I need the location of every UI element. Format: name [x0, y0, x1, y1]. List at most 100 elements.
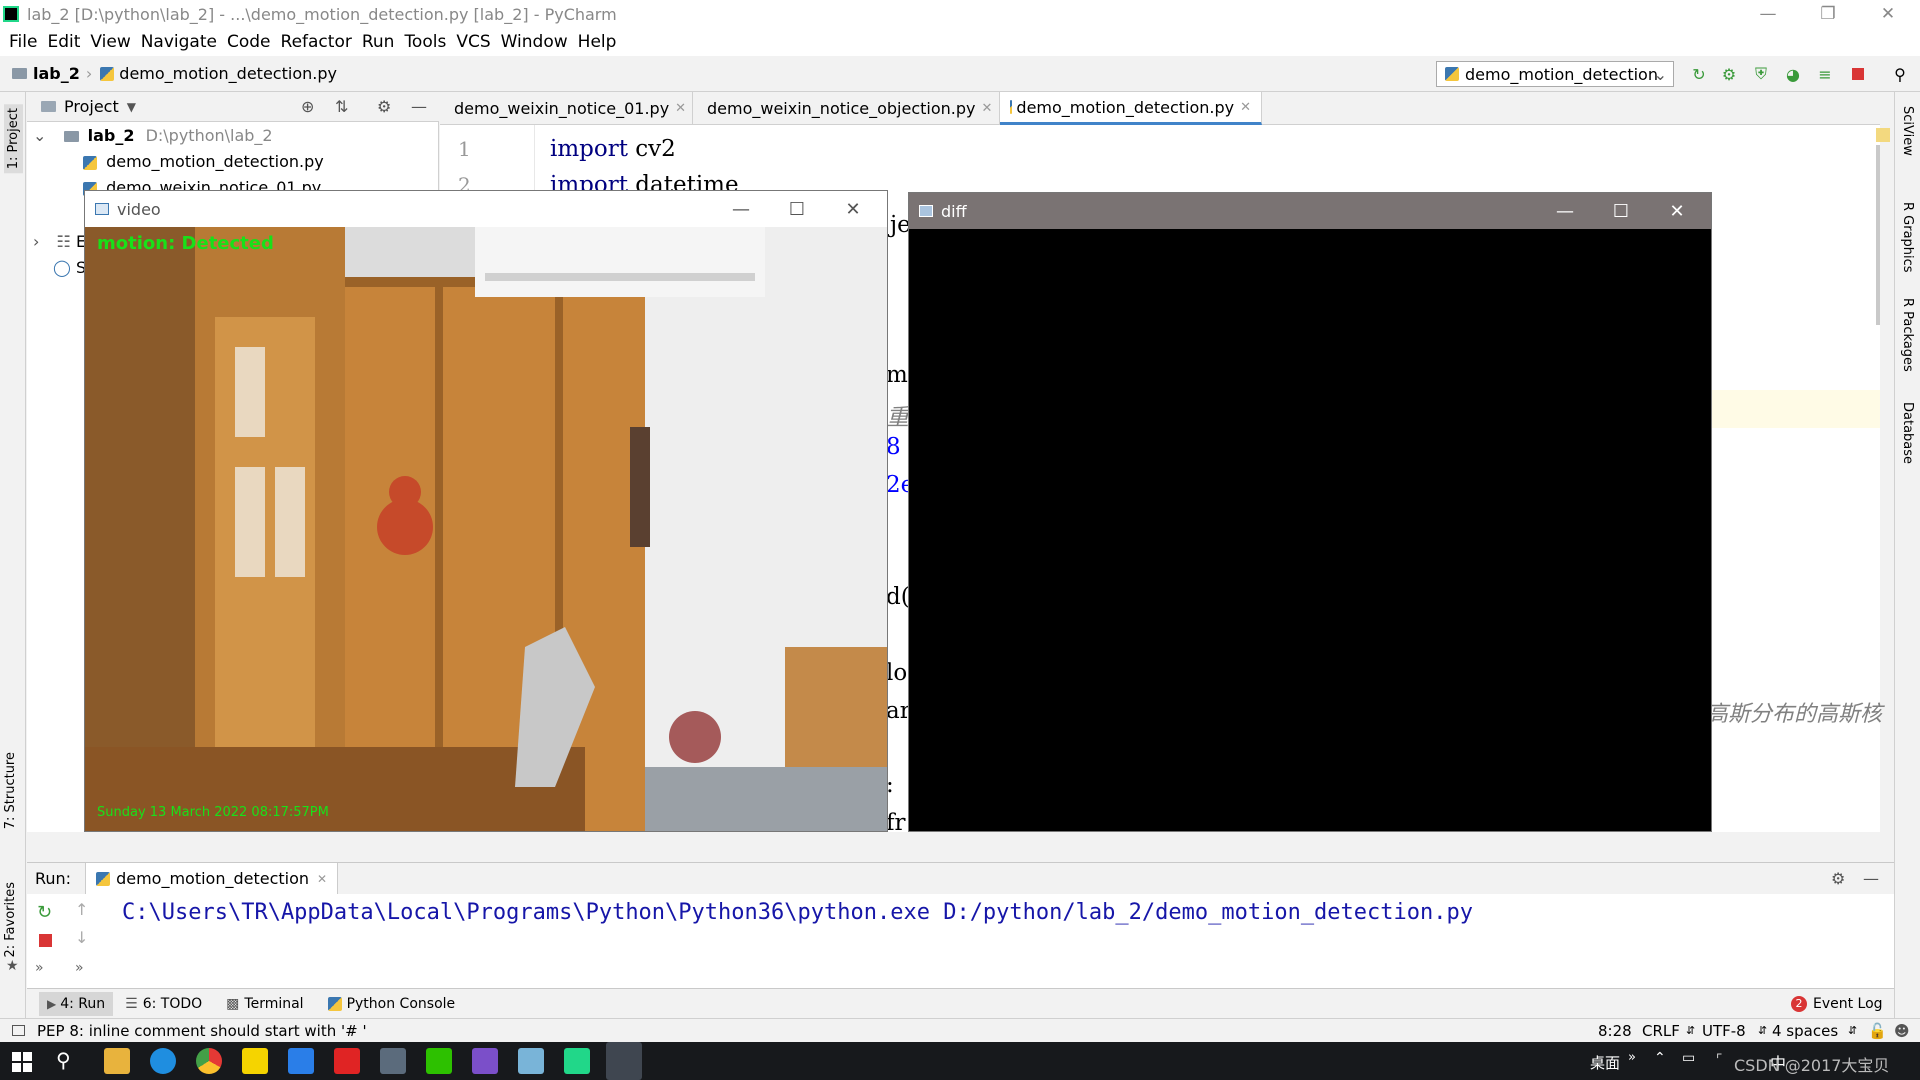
more-icon[interactable]: »	[75, 960, 84, 976]
desktop-label[interactable]: 桌面	[1590, 1052, 1620, 1073]
python-taskbar-icon[interactable]	[606, 1042, 642, 1080]
video-window-titlebar[interactable]: video — ☐ ✕	[85, 191, 887, 227]
calculator-icon[interactable]	[380, 1048, 406, 1074]
stop-icon[interactable]	[1848, 64, 1868, 84]
restore-button[interactable]: ❐	[1800, 0, 1856, 28]
menu-window[interactable]: Window	[501, 32, 568, 52]
menu-code[interactable]: Code	[227, 32, 271, 52]
run-concurrency-icon[interactable]: ≡	[1815, 64, 1835, 84]
collapse-icon[interactable]: ⇅	[335, 97, 348, 116]
line-separator[interactable]: CRLF	[1642, 1022, 1680, 1040]
warning-marker-icon[interactable]	[1876, 128, 1890, 142]
wifi-icon[interactable]: ⌜	[1716, 1052, 1723, 1068]
run-tab[interactable]: demo_motion_detection ✕	[85, 863, 339, 894]
tab-r-packages[interactable]: R Packages	[1900, 298, 1915, 372]
menu-file[interactable]: File	[9, 32, 37, 52]
debug-icon[interactable]: ⚙	[1719, 64, 1739, 84]
close-button[interactable]: ✕	[825, 191, 881, 227]
dropdown-arrow-icon[interactable]: ▼	[127, 100, 136, 114]
tab-todo[interactable]: ☰ 6: TODO	[125, 996, 202, 1012]
visual-studio-icon[interactable]	[472, 1048, 498, 1074]
tab-sciview[interactable]: SciView	[1900, 106, 1915, 156]
edge-icon[interactable]	[150, 1048, 176, 1074]
rerun-icon[interactable]: ↻	[1689, 64, 1709, 84]
project-panel-title[interactable]: Project	[64, 97, 119, 116]
menu-help[interactable]: Help	[578, 32, 617, 52]
maximize-button[interactable]: ☐	[769, 191, 825, 227]
app-red-icon[interactable]	[334, 1048, 360, 1074]
close-tab-icon[interactable]: ✕	[981, 101, 992, 116]
app-icon[interactable]	[288, 1048, 314, 1074]
tree-file-row[interactable]: demo_motion_detection.py	[83, 152, 324, 171]
tab-r-graphics[interactable]: R Graphics	[1900, 202, 1915, 273]
search-icon[interactable]: ⚲	[56, 1048, 71, 1072]
menu-tools[interactable]: Tools	[404, 32, 446, 52]
close-tab-icon[interactable]: ✕	[675, 101, 686, 116]
tab-database[interactable]: Database	[1900, 402, 1915, 464]
cursor-position[interactable]: 8:28	[1598, 1022, 1632, 1040]
windows-start-icon[interactable]	[12, 1052, 32, 1072]
diff-window[interactable]: diff — ☐ ✕	[908, 192, 1712, 832]
tab-demo-weixin-notice-01[interactable]: demo_weixin_notice_01.py ✕	[440, 92, 693, 125]
indent-setting[interactable]: 4 spaces	[1772, 1022, 1838, 1040]
tab-demo-motion-detection[interactable]: demo_motion_detection.py ✕	[1000, 92, 1262, 125]
menu-edit[interactable]: Edit	[47, 32, 80, 52]
sticky-notes-icon[interactable]	[242, 1048, 268, 1074]
menu-navigate[interactable]: Navigate	[141, 32, 217, 52]
event-log-button[interactable]: 2 Event Log	[1791, 995, 1883, 1012]
settings-gear-icon[interactable]: ⚙	[377, 97, 391, 116]
tray-up-icon[interactable]: ⌃	[1654, 1050, 1666, 1066]
tab-terminal[interactable]: ▩ Terminal	[226, 996, 303, 1012]
up-arrow-icon[interactable]: ↑	[75, 900, 88, 919]
menu-run[interactable]: Run	[362, 32, 395, 52]
coverage-icon[interactable]: ⛨	[1751, 64, 1771, 84]
tab-python-console[interactable]: Python Console	[327, 996, 455, 1012]
editor-scrollbar[interactable]	[1876, 145, 1880, 325]
more-icon[interactable]: »	[35, 960, 44, 976]
hide-panel-icon[interactable]: —	[1863, 869, 1879, 888]
down-arrow-icon[interactable]: ↓	[75, 928, 88, 947]
diff-window-titlebar[interactable]: diff — ☐ ✕	[909, 193, 1711, 229]
menu-vcs[interactable]: VCS	[456, 32, 490, 52]
tree-row-external[interactable]: › ☷ E	[33, 232, 86, 251]
tab-project-tool[interactable]: 1: Project	[4, 104, 23, 174]
breadcrumb-file[interactable]: demo_motion_detection.py	[119, 64, 337, 83]
menu-view[interactable]: View	[90, 32, 130, 52]
wechat-icon[interactable]	[426, 1048, 452, 1074]
tab-structure-tool[interactable]: 7: Structure	[3, 752, 18, 829]
app-icon[interactable]	[518, 1048, 544, 1074]
minimize-button[interactable]: —	[1740, 0, 1796, 28]
tab-favorites-tool[interactable]: 2: Favorites	[3, 882, 18, 958]
minimize-button[interactable]: —	[1537, 193, 1593, 229]
profile-icon[interactable]: ◕	[1783, 64, 1803, 84]
run-config-select[interactable]: demo_motion_detection ⌄	[1436, 61, 1674, 87]
tab-run[interactable]: ▶ 4: Run	[39, 991, 114, 1016]
video-window[interactable]: video — ☐ ✕ motion: Detected Sunday 13 M…	[84, 190, 888, 832]
tab-demo-weixin-notice-objection[interactable]: demo_weixin_notice_objection.py ✕	[693, 92, 1000, 125]
close-button[interactable]: ✕	[1860, 0, 1916, 28]
pycharm-taskbar-icon[interactable]	[564, 1048, 590, 1074]
battery-icon[interactable]: ▭	[1682, 1050, 1695, 1066]
panel-toggle-icon[interactable]	[12, 1025, 25, 1036]
maximize-button[interactable]: ☐	[1593, 193, 1649, 229]
file-explorer-icon[interactable]	[104, 1048, 130, 1074]
tree-row-root[interactable]: ⌄ lab_2 D:\python\lab_2	[33, 126, 273, 145]
file-encoding[interactable]: UTF-8	[1702, 1022, 1746, 1040]
chevron-icon[interactable]: »	[1628, 1050, 1636, 1065]
close-tab-icon[interactable]: ✕	[317, 872, 327, 886]
close-button[interactable]: ✕	[1649, 193, 1705, 229]
tree-row-scratches[interactable]: ◯ S	[53, 258, 86, 277]
rerun-icon[interactable]: ↻	[37, 902, 52, 923]
search-icon[interactable]: ⚲	[1890, 64, 1910, 84]
chrome-icon[interactable]	[196, 1048, 222, 1074]
locate-icon[interactable]: ⊕	[301, 97, 314, 116]
settings-gear-icon[interactable]: ⚙	[1831, 869, 1845, 888]
lock-icon[interactable]: 🔓	[1868, 1022, 1887, 1040]
breadcrumb-project[interactable]: lab_2	[33, 64, 80, 83]
menu-refactor[interactable]: Refactor	[281, 32, 352, 52]
hide-panel-icon[interactable]: —	[411, 97, 427, 116]
minimize-button[interactable]: —	[713, 191, 769, 227]
close-tab-icon[interactable]: ✕	[1240, 100, 1251, 115]
inspector-icon[interactable]: ☻	[1894, 1022, 1910, 1040]
stop-icon[interactable]	[39, 934, 52, 947]
